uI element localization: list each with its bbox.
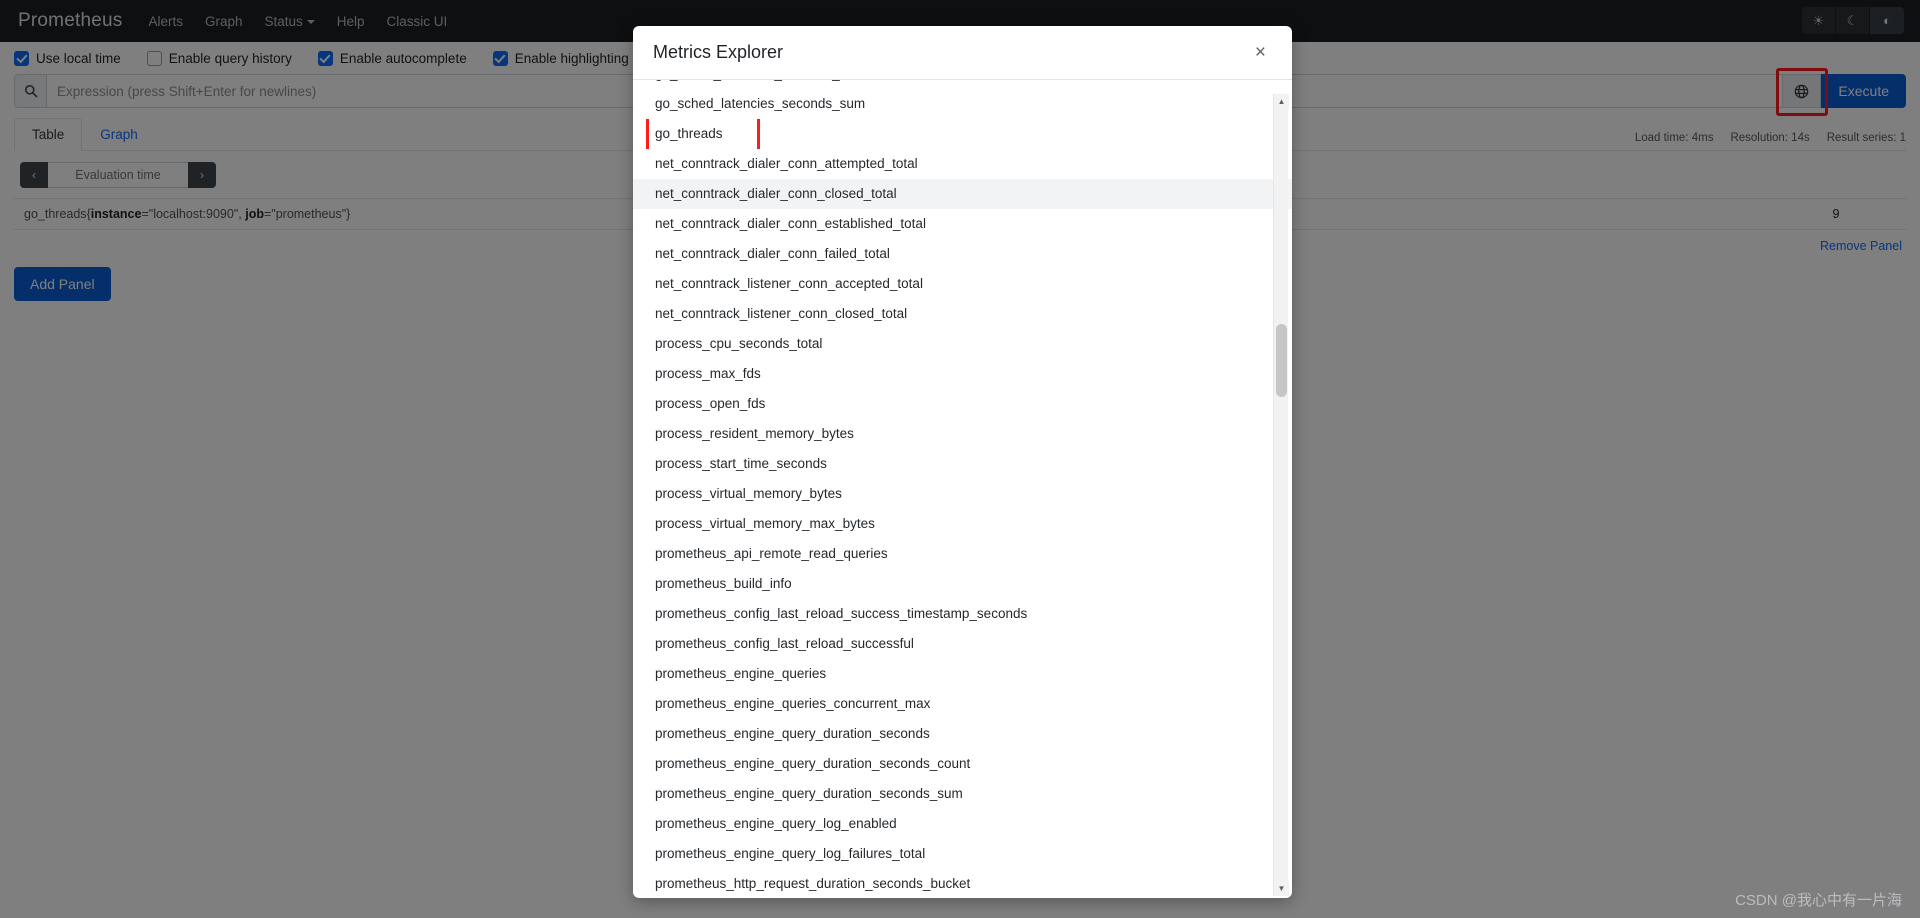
- list-item[interactable]: prometheus_engine_query_duration_seconds…: [633, 779, 1292, 809]
- list-item[interactable]: net_conntrack_listener_conn_accepted_tot…: [633, 269, 1292, 299]
- list-item[interactable]: process_max_fds: [633, 359, 1292, 389]
- list-item[interactable]: prometheus_engine_query_log_enabled: [633, 809, 1292, 839]
- scrollbar[interactable]: ▲ ▼: [1273, 94, 1289, 896]
- list-item[interactable]: prometheus_engine_queries_concurrent_max: [633, 689, 1292, 719]
- list-item[interactable]: net_conntrack_dialer_conn_attempted_tota…: [633, 149, 1292, 179]
- list-item[interactable]: prometheus_engine_queries: [633, 659, 1292, 689]
- list-item[interactable]: process_cpu_seconds_total: [633, 329, 1292, 359]
- list-item[interactable]: prometheus_config_last_reload_success_ti…: [633, 599, 1292, 629]
- list-item[interactable]: process_resident_memory_bytes: [633, 419, 1292, 449]
- scrollbar-thumb[interactable]: [1276, 324, 1287, 397]
- modal-title: Metrics Explorer: [653, 42, 784, 62]
- scroll-up-arrow-icon[interactable]: ▲: [1274, 94, 1289, 109]
- list-item[interactable]: prometheus_config_last_reload_successful: [633, 629, 1292, 659]
- list-item[interactable]: process_virtual_memory_bytes: [633, 479, 1292, 509]
- list-item[interactable]: process_virtual_memory_max_bytes: [633, 509, 1292, 539]
- list-item[interactable]: prometheus_http_request_duration_seconds…: [633, 869, 1292, 898]
- scroll-down-arrow-icon[interactable]: ▼: [1274, 881, 1289, 896]
- watermark: CSDN @我心中有一片海: [1735, 892, 1902, 909]
- list-item[interactable]: prometheus_engine_query_log_failures_tot…: [633, 839, 1292, 869]
- list-item[interactable]: net_conntrack_dialer_conn_closed_total: [633, 179, 1292, 209]
- prometheus-app: Prometheus Alerts Graph Status Help Clas…: [0, 0, 1920, 918]
- list-item[interactable]: go_threads: [633, 119, 1292, 149]
- list-item[interactable]: prometheus_api_remote_read_queries: [633, 539, 1292, 569]
- list-item[interactable]: net_conntrack_listener_conn_closed_total: [633, 299, 1292, 329]
- metrics-list[interactable]: go_sched_latencies_seconds_countgo_sched…: [633, 80, 1292, 898]
- list-item[interactable]: prometheus_engine_query_duration_seconds…: [633, 749, 1292, 779]
- list-item[interactable]: process_open_fds: [633, 389, 1292, 419]
- list-item[interactable]: prometheus_build_info: [633, 569, 1292, 599]
- list-item[interactable]: go_sched_latencies_seconds_sum: [633, 89, 1292, 119]
- list-item[interactable]: net_conntrack_dialer_conn_established_to…: [633, 209, 1292, 239]
- metrics-explorer-modal: Metrics Explorer × go_sched_latencies_se…: [633, 26, 1292, 898]
- modal-header: Metrics Explorer ×: [633, 26, 1292, 80]
- list-item[interactable]: net_conntrack_dialer_conn_failed_total: [633, 239, 1292, 269]
- close-icon[interactable]: ×: [1249, 42, 1272, 63]
- list-item[interactable]: prometheus_engine_query_duration_seconds: [633, 719, 1292, 749]
- modal-body: go_sched_latencies_seconds_countgo_sched…: [633, 80, 1292, 898]
- list-item[interactable]: go_sched_latencies_seconds_count: [633, 80, 1292, 89]
- list-item[interactable]: process_start_time_seconds: [633, 449, 1292, 479]
